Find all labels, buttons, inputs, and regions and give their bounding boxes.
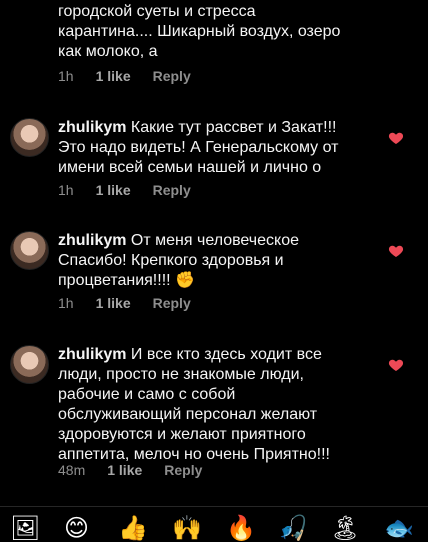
fish-emoji-icon[interactable]: 🐟 [384,515,414,541]
comment-text-line: люди, просто не знакомые люди, [58,366,304,383]
smile-emoji-icon[interactable]: 😊 [64,515,89,541]
comment-text-line: городской суеты и стресса [58,3,256,20]
avatar[interactable] [10,231,49,270]
comment-username[interactable]: zhulikym [58,232,126,249]
fire-emoji-icon[interactable]: 🔥 [226,515,256,541]
comment-text-line: рабочие и само с собой [58,386,236,403]
comment-text-line: И все кто здесь ходит все [130,346,322,363]
comment-meta: 1h 1 like Reply [58,68,191,84]
heart-icon[interactable] [388,243,404,259]
comment-text-line: От меня человеческое [130,232,299,249]
reply-button[interactable]: Reply [153,182,191,198]
reply-button[interactable]: Reply [164,462,202,478]
comment-time: 1h [58,295,74,311]
comment-text-line: процветания!!!! ✊ [58,272,195,289]
likes-count[interactable]: 1 like [107,462,142,478]
island-emoji-icon[interactable]: 🏝 [330,515,360,541]
comment-text-line: имени всей семьи нашей и лично о [58,159,322,176]
avatar[interactable] [10,118,49,157]
comment-text-line: Спасибо! Крепкого здоровья и [58,252,284,269]
comment-time: 48m [58,462,86,478]
comment-meta: 1h 1 like Reply [58,182,191,198]
reply-button[interactable]: Reply [153,295,191,311]
fishing-emoji-icon[interactable]: 🎣 [278,515,308,541]
picture-emoji-icon[interactable]: 🖼 [10,515,40,541]
comment-text-line: здоровуются и желают приятного [58,426,306,443]
emoji-quick-bar: 🖼 😊 👍 🙌 🔥 🎣 🏝 🐟 [0,506,428,541]
likes-count[interactable]: 1 like [96,68,131,84]
comment-text-line: Это надо видеть! А Генеральскому от [58,139,339,156]
comment-time: 1h [58,182,74,198]
comment-username[interactable]: zhulikym [58,119,126,136]
avatar[interactable] [10,345,49,384]
comment-text-line: карантина.... Шикарный воздух, озеро [58,23,341,40]
comment-text-line: обслуживающий персонал желают [58,406,318,423]
comment-username[interactable]: zhulikym [58,346,126,363]
thumbs-up-emoji-icon[interactable]: 👍 [118,515,148,541]
heart-icon[interactable] [388,357,404,373]
heart-icon[interactable] [388,130,404,146]
reply-button[interactable]: Reply [153,68,191,84]
likes-count[interactable]: 1 like [96,182,131,198]
comment-text-line: Какие тут рассвет и Закат!!! [130,119,337,136]
comment-meta: 48m 1 like Reply [58,462,202,478]
likes-count[interactable]: 1 like [96,295,131,311]
comment-meta: 1h 1 like Reply [58,295,191,311]
comment-text-line: как молоко, а [58,43,158,60]
raised-hands-emoji-icon[interactable]: 🙌 [172,515,202,541]
comment-time: 1h [58,68,74,84]
